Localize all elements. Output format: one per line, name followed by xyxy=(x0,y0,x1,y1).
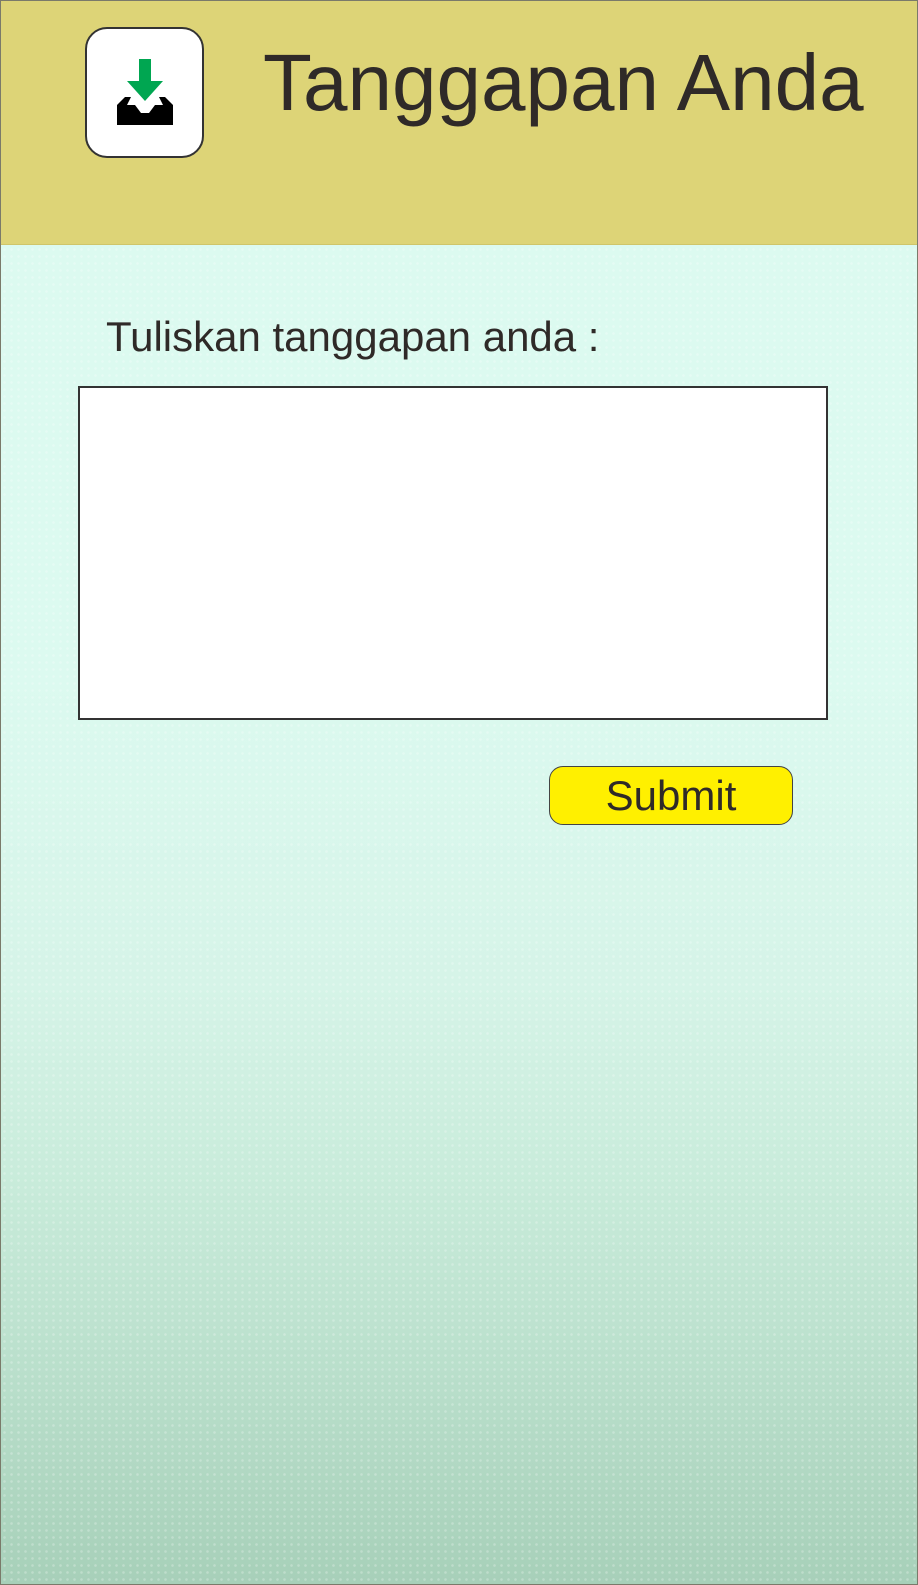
app-screen: Tanggapan Anda Tuliskan tanggapan anda :… xyxy=(0,0,918,1585)
inbox-download-icon xyxy=(85,27,204,158)
submit-button[interactable]: Submit xyxy=(549,766,793,825)
header-bar: Tanggapan Anda xyxy=(1,1,917,245)
page-title: Tanggapan Anda xyxy=(263,38,864,127)
inbox-download-graphic xyxy=(116,58,173,125)
response-prompt-label: Tuliskan tanggapan anda : xyxy=(106,313,600,360)
response-textarea[interactable] xyxy=(78,386,828,720)
